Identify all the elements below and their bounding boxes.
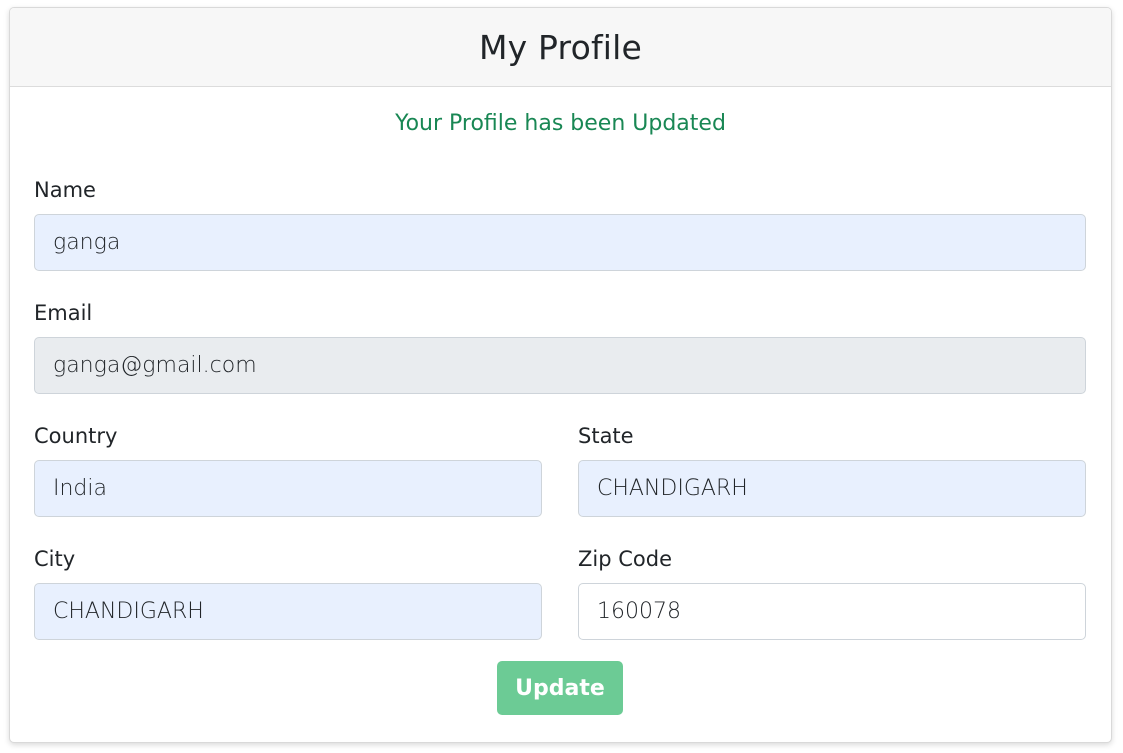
city-field-group: City xyxy=(34,546,542,640)
city-label: City xyxy=(34,547,76,571)
state-label: State xyxy=(578,424,634,448)
update-button[interactable]: Update xyxy=(497,661,623,715)
country-field-group: Country xyxy=(34,423,542,517)
success-message: Your Profile has been Updated xyxy=(395,111,726,136)
country-label: Country xyxy=(34,424,118,448)
state-field-group: State xyxy=(578,423,1086,517)
zip-label: Zip Code xyxy=(578,547,672,571)
zip-field-group: Zip Code xyxy=(578,546,1086,640)
page-title: My Profile xyxy=(478,27,643,67)
card-header: My Profile xyxy=(10,8,1111,87)
email-field-group: Email xyxy=(34,300,1086,394)
name-field-group: Name xyxy=(34,177,1086,271)
country-field[interactable] xyxy=(34,460,542,517)
email-label: Email xyxy=(34,301,93,325)
email-field xyxy=(34,337,1086,394)
city-field[interactable] xyxy=(34,583,542,640)
name-label: Name xyxy=(34,178,96,202)
zip-code-field[interactable] xyxy=(578,583,1086,640)
state-field[interactable] xyxy=(578,460,1086,517)
name-field[interactable] xyxy=(34,214,1086,271)
profile-card: My Profile Your Profile has been Updated… xyxy=(9,7,1112,743)
